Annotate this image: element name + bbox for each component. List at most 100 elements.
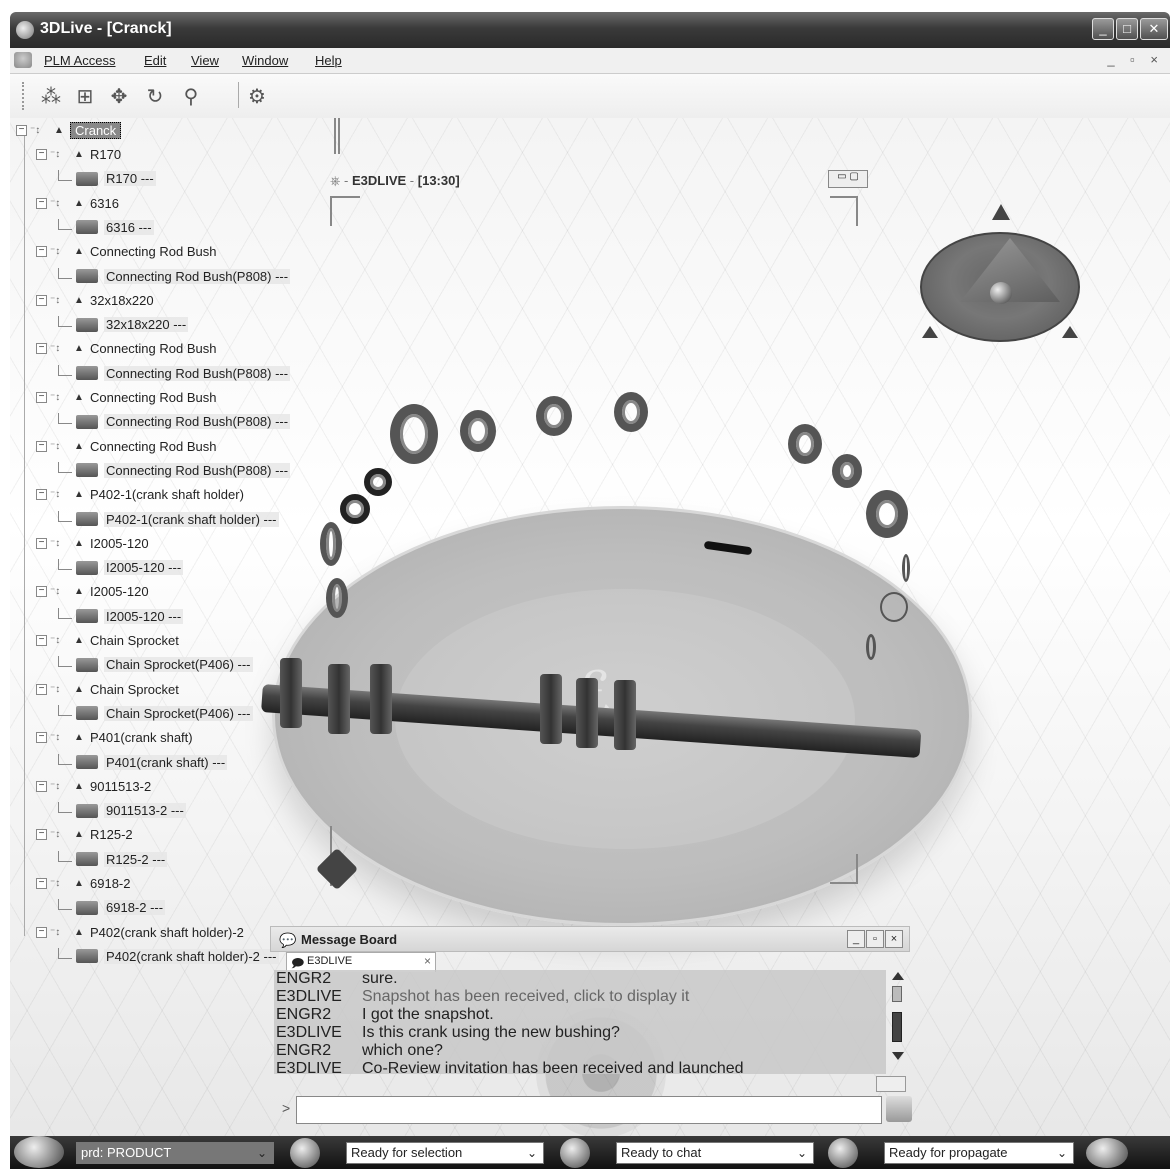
- menu-window[interactable]: Window: [242, 53, 288, 68]
- chat-status[interactable]: Ready to chat ⌄: [616, 1142, 814, 1164]
- tree-node-label[interactable]: R170: [90, 147, 121, 162]
- tree-instance-label[interactable]: 6316 ---: [104, 219, 154, 235]
- chat-scrollbar[interactable]: [888, 972, 906, 1066]
- tree-instance-label[interactable]: P401(crank shaft) ---: [104, 754, 228, 770]
- compass-arrow-icon[interactable]: [992, 204, 1010, 220]
- tree-instance-label[interactable]: R125-2 ---: [104, 851, 168, 867]
- circlip-part[interactable]: [880, 592, 908, 622]
- bearing-part[interactable]: [390, 404, 438, 464]
- close-icon[interactable]: ×: [885, 930, 903, 948]
- collapse-icon[interactable]: −: [36, 829, 47, 841]
- menu-edit[interactable]: Edit: [144, 53, 166, 68]
- tree-instance[interactable]: R170 ---: [58, 170, 156, 192]
- app-orb-icon[interactable]: [14, 1136, 64, 1168]
- tree-instance-label[interactable]: I2005-120 ---: [104, 560, 184, 576]
- chevron-down-icon[interactable]: ⌄: [797, 1143, 807, 1163]
- collapse-icon[interactable]: −: [36, 294, 47, 306]
- bush-part[interactable]: [536, 396, 572, 436]
- tree-instance-label[interactable]: 9011513-2 ---: [104, 803, 186, 819]
- tree-node-label[interactable]: 6918-2: [90, 876, 130, 891]
- tree-instance-label[interactable]: P402(crank shaft holder)-2 ---: [104, 948, 279, 964]
- tree-root-label[interactable]: Cranck: [70, 122, 122, 140]
- tree-instance[interactable]: P402(crank shaft holder)-2 ---: [58, 947, 279, 970]
- tree-instance[interactable]: Connecting Rod Bush(P808) ---: [58, 413, 291, 435]
- compass-arrow-icon[interactable]: [1062, 326, 1078, 338]
- tree-node-label[interactable]: P402-1(crank shaft holder): [90, 487, 244, 502]
- tree-instance[interactable]: Connecting Rod Bush(P808) ---: [58, 364, 291, 387]
- tree-node[interactable]: − ⁻↕ ▲ Connecting Rod Bush: [36, 243, 216, 265]
- tree-node[interactable]: − ⁻↕ ▲ Connecting Rod Bush: [36, 438, 216, 460]
- collapse-icon[interactable]: −: [36, 586, 47, 598]
- compass-knob[interactable]: [990, 282, 1012, 304]
- tree-node-label[interactable]: 32x18x220: [90, 293, 154, 308]
- help-status-icon[interactable]: [1086, 1138, 1128, 1168]
- tree-root[interactable]: − ⁻↕ ▲ Cranck: [16, 122, 122, 144]
- toolbar-grip[interactable]: [22, 82, 25, 110]
- chevron-down-icon[interactable]: ⌄: [527, 1143, 537, 1163]
- sprocket-part[interactable]: [320, 522, 342, 566]
- seal-part[interactable]: [364, 468, 392, 496]
- viewer-window-controls[interactable]: ▭ ▢: [828, 170, 868, 188]
- product-selector[interactable]: prd: PRODUCT ⌄: [76, 1142, 274, 1164]
- tree-node-label[interactable]: I2005-120: [90, 536, 149, 551]
- collapse-icon[interactable]: −: [16, 125, 27, 137]
- tree-instance-label[interactable]: 32x18x220 ---: [104, 317, 189, 333]
- pan-icon[interactable]: ✥: [106, 84, 132, 110]
- tree-node[interactable]: − ⁻↕ ▲ Chain Sprocket: [36, 632, 179, 654]
- tree-node-label[interactable]: I2005-120: [90, 584, 149, 599]
- collapse-icon[interactable]: −: [36, 440, 47, 452]
- info-status-icon[interactable]: [560, 1138, 590, 1168]
- tree-node[interactable]: − ⁻↕ ▲ Connecting Rod Bush: [36, 340, 216, 362]
- tree-instance-label[interactable]: Chain Sprocket(P406) ---: [104, 657, 253, 673]
- pin-part[interactable]: [902, 554, 910, 582]
- tree-node[interactable]: − ⁻↕ ▲ R170: [36, 146, 121, 168]
- fit-all-icon[interactable]: ⊞: [72, 84, 98, 110]
- collapse-icon[interactable]: −: [36, 537, 47, 549]
- zoom-icon[interactable]: ⚲: [178, 84, 204, 110]
- chat-log[interactable]: ENGR2 sure. E3DLIVE Snapshot has been recei…: [274, 970, 886, 1074]
- chat-message[interactable]: E3DLIVE Snapshot has been received, click…: [274, 988, 886, 1006]
- hierarchy-icon[interactable]: ⁂: [38, 84, 64, 110]
- chat-input[interactable]: [296, 1096, 882, 1124]
- selection-status[interactable]: Ready for selection ⌄: [346, 1142, 544, 1164]
- tree-instance-label[interactable]: Connecting Rod Bush(P808) ---: [104, 365, 291, 381]
- tree-node-label[interactable]: Connecting Rod Bush: [90, 341, 216, 356]
- tree-instance-label[interactable]: R170 ---: [104, 171, 156, 187]
- collapse-icon[interactable]: −: [36, 780, 47, 792]
- scroll-track[interactable]: [892, 986, 902, 1002]
- bearing-part[interactable]: [866, 490, 908, 538]
- tree-node[interactable]: − ⁻↕ ▲ Connecting Rod Bush: [36, 389, 216, 411]
- tree-instance[interactable]: Chain Sprocket(P406) ---: [58, 704, 253, 727]
- tree-node[interactable]: − ⁻↕ ▲ R125-2: [36, 826, 133, 848]
- collapse-icon[interactable]: −: [36, 878, 47, 890]
- tree-node[interactable]: − ⁻↕ ▲ 32x18x220: [36, 292, 154, 314]
- format-toggle-icon[interactable]: [876, 1076, 906, 1092]
- send-icon[interactable]: [886, 1096, 912, 1122]
- tree-instance-label[interactable]: Chain Sprocket(P406) ---: [104, 705, 253, 721]
- tree-node-label[interactable]: Connecting Rod Bush: [90, 244, 216, 259]
- tree-node[interactable]: − ⁻↕ ▲ Chain Sprocket: [36, 681, 179, 703]
- tree-instance-label[interactable]: I2005-120 ---: [104, 608, 184, 624]
- collapse-icon[interactable]: −: [36, 392, 47, 404]
- splitter-handle[interactable]: [334, 118, 340, 154]
- tree-instance-label[interactable]: P402-1(crank shaft holder) ---: [104, 511, 279, 527]
- tree-node-label[interactable]: P401(crank shaft): [90, 730, 193, 745]
- tree-node-label[interactable]: Connecting Rod Bush: [90, 390, 216, 405]
- seal-part[interactable]: [340, 494, 370, 524]
- tree-node[interactable]: − ⁻↕ ▲ 9011513-2: [36, 778, 151, 800]
- restore-icon[interactable]: ▫: [866, 930, 884, 948]
- circlip-part[interactable]: [866, 634, 876, 660]
- menu-help[interactable]: Help: [315, 53, 342, 68]
- tree-instance[interactable]: I2005-120 ---: [58, 607, 184, 630]
- chat-tab[interactable]: 🗩 E3DLIVE ×: [286, 952, 436, 972]
- tree-instance-label[interactable]: Connecting Rod Bush(P808) ---: [104, 268, 291, 284]
- close-button[interactable]: ✕: [1140, 18, 1168, 40]
- tree-node[interactable]: − ⁻↕ ▲ P402(crank shaft holder)-2: [36, 924, 244, 946]
- tree-node[interactable]: − ⁻↕ ▲ 6316: [36, 195, 119, 217]
- selection-status-icon[interactable]: [290, 1138, 320, 1168]
- sprocket-part[interactable]: [326, 578, 348, 618]
- collapse-icon[interactable]: −: [36, 635, 47, 647]
- minimize-icon[interactable]: _: [847, 930, 865, 948]
- tree-node[interactable]: − ⁻↕ ▲ 6918-2: [36, 875, 130, 897]
- bush-part[interactable]: [614, 392, 648, 432]
